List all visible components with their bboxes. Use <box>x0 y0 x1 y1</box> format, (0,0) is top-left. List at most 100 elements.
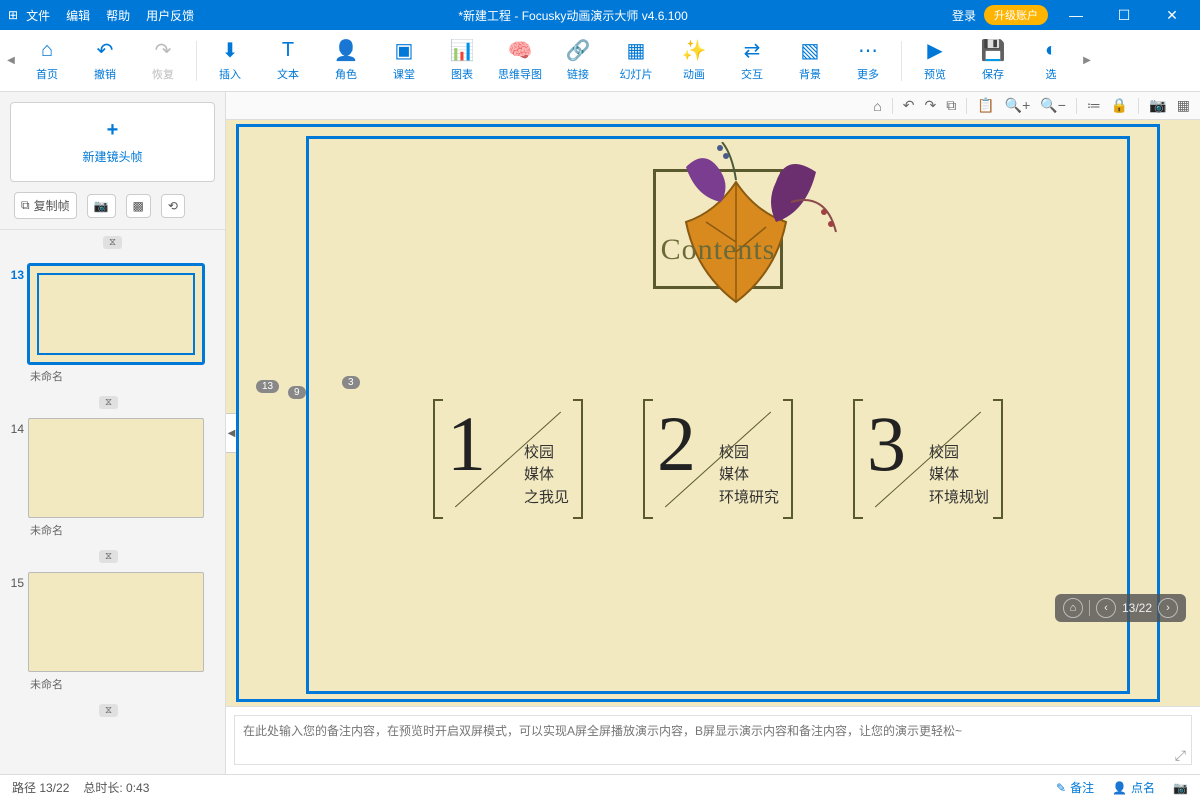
new-frame-button[interactable]: + 新建镜头帧 <box>10 102 215 182</box>
redo-button[interactable]: ↷恢复 <box>134 33 192 89</box>
nav-overlay: ⌂ ‹ 13/22 › <box>1055 594 1186 622</box>
nav-next-button[interactable]: › <box>1158 598 1178 618</box>
pencil-icon: ✎ <box>1056 781 1066 795</box>
new-frame-label: 新建镜头帧 <box>82 148 142 165</box>
qr-icon: ▩ <box>133 199 144 213</box>
animation-button-icon: ✨ <box>682 40 707 62</box>
section-text: 校园媒体环境规划 <box>929 442 989 510</box>
status-rollcall-button[interactable]: 👤点名 <box>1112 779 1155 796</box>
home-button[interactable]: ⌂首页 <box>18 33 76 89</box>
section-number: 2 <box>657 405 696 483</box>
frame-timer-chip[interactable]: ⧖ <box>0 700 217 718</box>
canvas-tool-0[interactable]: ⌂ <box>873 98 881 114</box>
menu-help[interactable]: 帮助 <box>106 7 130 24</box>
sections-row: 1 校园媒体之我见 2 校园媒体环境研究 3 校园媒体环境规划 <box>309 399 1127 519</box>
text-button[interactable]: T文本 <box>259 33 317 89</box>
more-button[interactable]: ⋯更多 <box>839 33 897 89</box>
mindmap-button[interactable]: 🧠思维导图 <box>491 33 549 89</box>
status-notes-button[interactable]: ✎备注 <box>1056 779 1094 796</box>
toolbar-collapse-left[interactable]: ◀ <box>4 30 18 91</box>
frame-thumb[interactable] <box>28 418 204 518</box>
chart-button[interactable]: 📊图表 <box>433 33 491 89</box>
menu-feedback[interactable]: 用户反馈 <box>146 7 194 24</box>
menu-edit[interactable]: 编辑 <box>66 7 90 24</box>
frame-list[interactable]: 13 未命名 ⧖14 未命名 ⧖15 未命名 ⧖ <box>0 258 225 774</box>
notes-expand-icon[interactable]: ⤢ <box>1175 747 1186 764</box>
frame-thumb[interactable] <box>28 264 204 364</box>
canvas-tool-5[interactable]: 🔍+ <box>1005 97 1031 114</box>
select-button-icon: ◐ <box>1045 40 1057 62</box>
frame-number: 13 <box>0 264 24 282</box>
upgrade-button[interactable]: 升级账户 <box>984 5 1048 25</box>
frame-card-14[interactable]: 未命名 <box>28 418 217 542</box>
canvas-tool-9[interactable]: 📷 <box>1149 97 1166 114</box>
canvas-tool-7[interactable]: ≔ <box>1087 97 1101 114</box>
save-button-icon: 💾 <box>981 40 1006 62</box>
nav-home-icon[interactable]: ⌂ <box>1063 598 1083 618</box>
copy-frame-button[interactable]: ⧉ 复制帧 <box>14 192 77 219</box>
frame-marker-9[interactable]: 9 <box>288 386 306 399</box>
frame-timer-chip[interactable]: ⧖ <box>0 392 217 410</box>
animation-button[interactable]: ✨动画 <box>665 33 723 89</box>
redo-button-icon: ↷ <box>155 40 172 62</box>
more-button-icon: ⋯ <box>858 40 878 62</box>
insert-button[interactable]: ⬇插入 <box>201 33 259 89</box>
nav-prev-button[interactable]: ‹ <box>1096 598 1116 618</box>
maximize-button[interactable]: ☐ <box>1104 7 1144 24</box>
refresh-button[interactable]: ⟲ <box>161 194 185 218</box>
close-button[interactable]: ✕ <box>1152 7 1192 24</box>
section-1[interactable]: 1 校园媒体之我见 <box>433 399 583 519</box>
minimize-button[interactable]: — <box>1056 7 1096 23</box>
slide-button-icon: ▦ <box>627 40 646 62</box>
qr-button[interactable]: ▩ <box>126 194 151 218</box>
sidebar-tools: ⧉ 复制帧 📷 ▩ ⟲ <box>0 188 225 230</box>
select-button[interactable]: ◐选 <box>1022 33 1080 89</box>
canvas-tool-10[interactable]: ▦ <box>1177 97 1190 114</box>
undo-button-icon: ↶ <box>97 40 114 62</box>
preview-button[interactable]: ▶预览 <box>906 33 964 89</box>
login-link[interactable]: 登录 <box>952 7 976 24</box>
status-camera-button[interactable]: 📷 <box>1173 781 1188 795</box>
canvas-tool-6[interactable]: 🔍− <box>1040 97 1066 114</box>
frame-marker-13[interactable]: 13 <box>256 380 279 393</box>
section-number: 1 <box>447 405 486 483</box>
frame-card-15[interactable]: 未命名 <box>28 572 217 696</box>
toolbar-collapse-right[interactable]: ▶ <box>1080 30 1094 91</box>
nav-page-indicator: 13/22 <box>1122 601 1152 615</box>
statusbar: 路径 13/22 总时长: 0:43 ✎备注 👤点名 📷 <box>0 774 1200 800</box>
link-button-icon: 🔗 <box>566 40 591 62</box>
class-button[interactable]: ▣课堂 <box>375 33 433 89</box>
frame-marker-3[interactable]: 3 <box>342 376 360 389</box>
background-button[interactable]: ▧背景 <box>781 33 839 89</box>
slide-button[interactable]: ▦幻灯片 <box>607 33 665 89</box>
contents-frame-box <box>653 169 783 289</box>
plus-icon: + <box>107 119 119 142</box>
section-2[interactable]: 2 校园媒体环境研究 <box>643 399 793 519</box>
frame-thumb[interactable] <box>28 572 204 672</box>
frame-timer-chip[interactable]: ⧖ <box>0 546 217 564</box>
canvas-tool-8[interactable]: 🔒 <box>1111 97 1128 114</box>
copy-icon: ⧉ <box>21 198 30 213</box>
preview-button-icon: ▶ <box>927 40 942 62</box>
section-text: 校园媒体环境研究 <box>719 442 779 510</box>
home-button-icon: ⌂ <box>41 40 53 62</box>
section-3[interactable]: 3 校园媒体环境规划 <box>853 399 1003 519</box>
interact-button[interactable]: ⇄交互 <box>723 33 781 89</box>
canvas-toolbar: ⌂ ↶ ↷ ⧉ 📋 🔍+ 🔍− ≔ 🔒 📷 ▦ <box>226 92 1200 120</box>
role-button[interactable]: 👤角色 <box>317 33 375 89</box>
link-button[interactable]: 🔗链接 <box>549 33 607 89</box>
canvas-tool-3[interactable]: ⧉ <box>946 97 956 114</box>
canvas-viewport[interactable]: ◀ <box>226 120 1200 706</box>
camera-button[interactable]: 📷 <box>87 194 116 218</box>
interact-button-icon: ⇄ <box>744 40 761 62</box>
canvas-tool-1[interactable]: ↶ <box>903 97 915 114</box>
undo-button[interactable]: ↶撤销 <box>76 33 134 89</box>
slide-frame[interactable]: Contents 1 校园媒体之我见 2 校园媒体环境研究 3 校园媒体环境规划 <box>306 136 1130 694</box>
canvas-tool-4[interactable]: 📋 <box>977 97 994 114</box>
save-button[interactable]: 💾保存 <box>964 33 1022 89</box>
timer-chip[interactable]: ⧖ <box>0 232 225 250</box>
menu-file[interactable]: 文件 <box>26 7 50 24</box>
notes-input[interactable] <box>234 715 1192 765</box>
frame-card-13[interactable]: 未命名 <box>28 264 217 388</box>
canvas-tool-2[interactable]: ↷ <box>925 97 937 114</box>
